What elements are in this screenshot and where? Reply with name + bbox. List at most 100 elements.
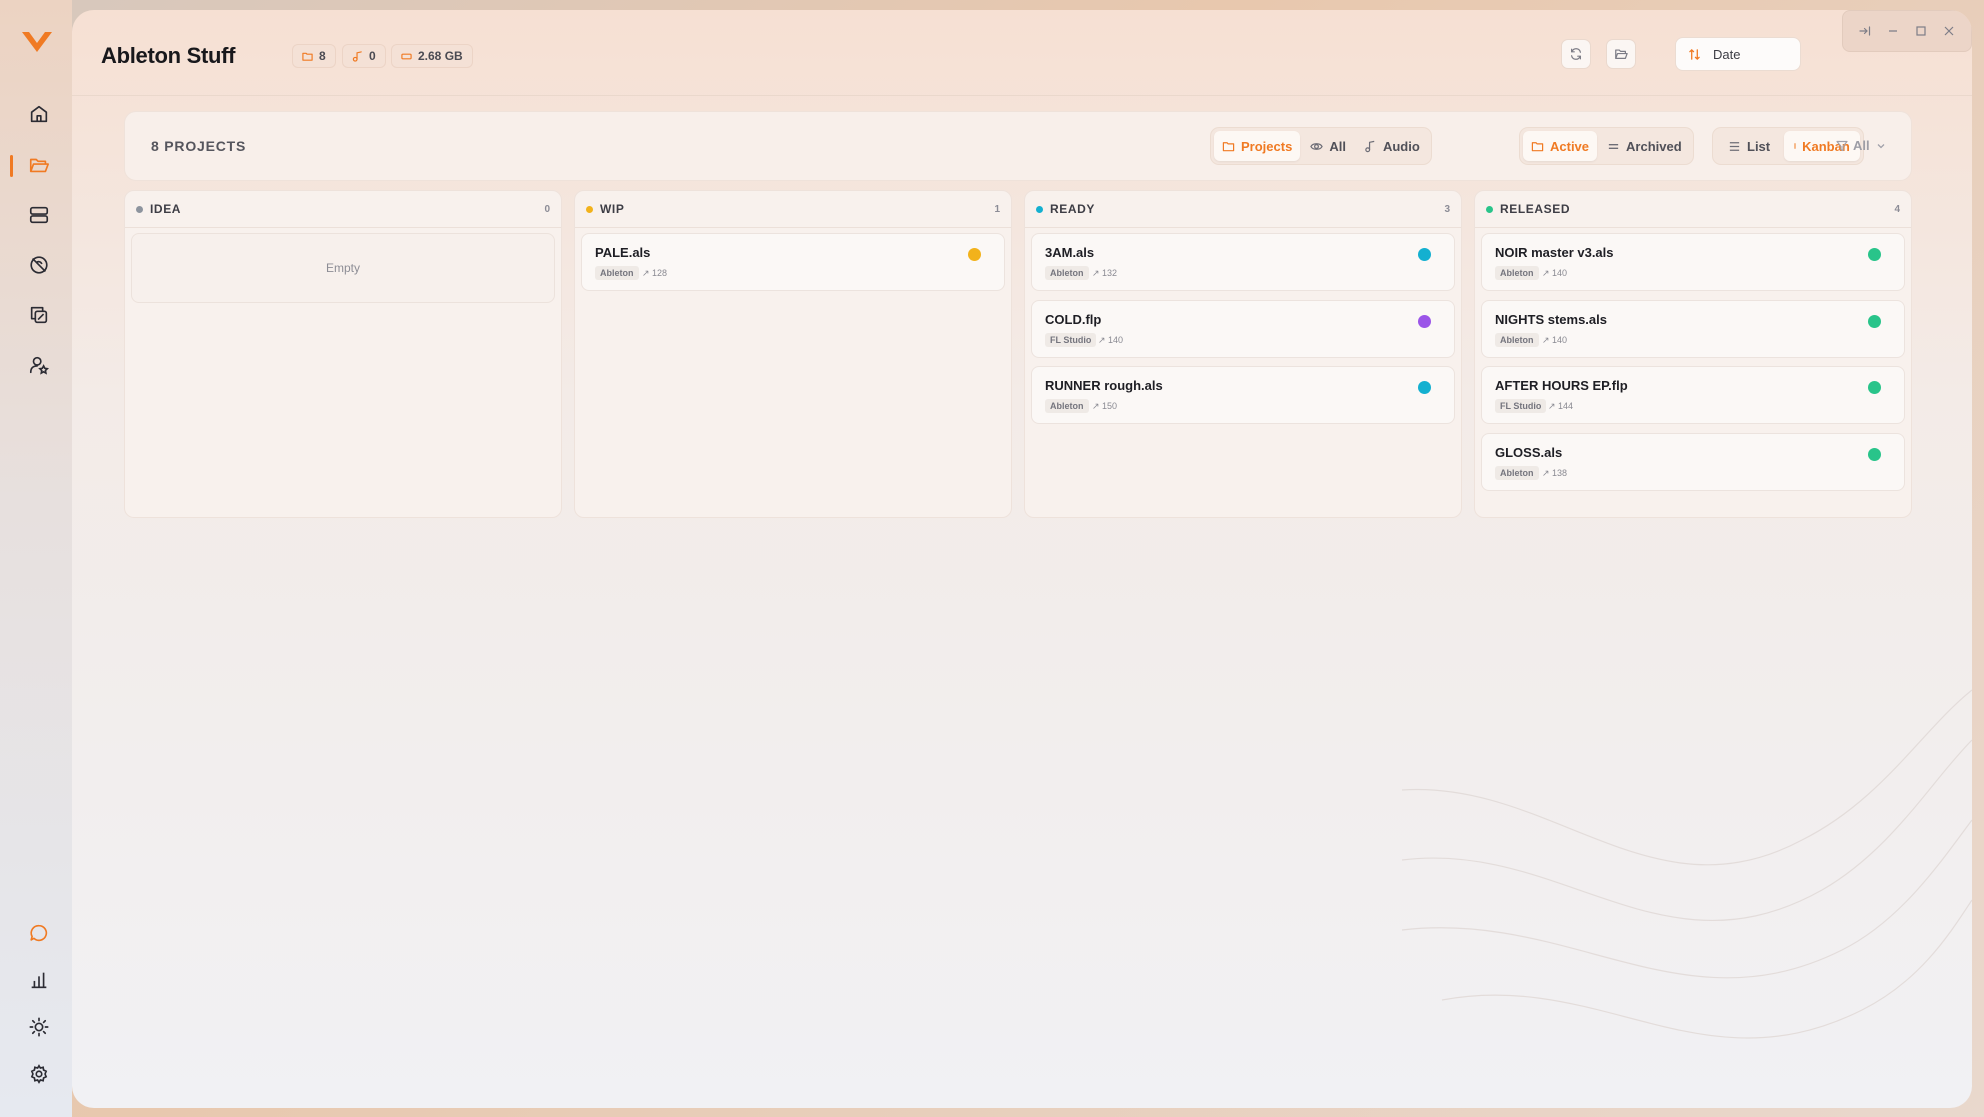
filter-icon	[1836, 140, 1848, 151]
bar-chart-icon	[31, 972, 47, 989]
status-dot[interactable]	[1868, 315, 1881, 328]
status-dot[interactable]	[1868, 448, 1881, 461]
status-dot[interactable]	[968, 248, 981, 261]
sidebar-item-plugins[interactable]	[20, 246, 58, 284]
bpm-value: ↗ 140	[1542, 268, 1568, 278]
filter-label: All	[1853, 138, 1870, 153]
maximize-button[interactable]	[1910, 20, 1932, 42]
archive-icon	[1608, 143, 1619, 149]
bpm-value: ↗ 150	[1092, 401, 1118, 411]
home-icon	[30, 105, 48, 123]
pin-button[interactable]	[1854, 20, 1876, 42]
empty-drop-zone[interactable]: Empty	[131, 233, 555, 303]
column-count: 3	[1444, 203, 1450, 215]
project-card[interactable]: AFTER HOURS EP.flp FL Studio ↗ 144	[1481, 366, 1905, 424]
project-name: NIGHTS stems.als	[1495, 312, 1607, 327]
bpm-value: ↗ 144	[1548, 401, 1574, 411]
background-curves	[1402, 689, 1972, 1039]
project-name: GLOSS.als	[1495, 445, 1563, 460]
state-filter-active[interactable]: Active	[1523, 131, 1598, 161]
column-title: RELEASED	[1500, 202, 1571, 216]
column-color-dot	[136, 205, 143, 213]
column-header: READY 3	[1025, 191, 1461, 228]
list-icon	[1729, 141, 1740, 151]
server-icon	[29, 206, 49, 224]
view-mode-list[interactable]: List	[1716, 131, 1782, 161]
column-color-dot	[1486, 205, 1493, 213]
header: Ableton Stuff 8 0 2.68 GB Date	[72, 10, 1972, 96]
folder-open-icon	[29, 158, 49, 173]
project-card[interactable]: NIGHTS stems.als Ableton ↗ 140	[1481, 300, 1905, 358]
project-card[interactable]: 3AM.als Ableton ↗ 132	[1031, 233, 1455, 291]
arrow-to-right-icon	[1859, 26, 1871, 36]
kanban-column-ready: READY 3 3AM.als Ableton ↗ 132 COLD.flp F…	[1024, 190, 1462, 518]
bpm-value: ↗ 138	[1542, 468, 1568, 478]
state-filter-active-label: Active	[1550, 138, 1590, 154]
folder-icon	[302, 52, 313, 61]
sidebar-item-profile[interactable]	[20, 346, 58, 384]
kanban-icon	[1794, 143, 1797, 149]
sidebar-item-theme[interactable]	[20, 1008, 58, 1046]
type-filter-group: Projects All Audio	[1210, 127, 1432, 165]
minimize-button[interactable]	[1882, 20, 1904, 42]
sidebar-item-collaborate[interactable]	[20, 296, 58, 334]
refresh-button[interactable]	[1561, 39, 1591, 69]
daw-tag: Ableton	[1495, 466, 1539, 480]
daw-tag: Ableton	[1495, 333, 1539, 347]
project-card[interactable]: PALE.als Ableton ↗ 128	[581, 233, 1005, 291]
kanban-column-idea: IDEA 0 Empty	[124, 190, 562, 518]
eye-icon	[1310, 142, 1324, 150]
minimize-icon	[1889, 30, 1897, 32]
type-filter-projects[interactable]: Projects	[1214, 131, 1301, 161]
column-title: READY	[1050, 202, 1096, 216]
state-filter-archived[interactable]: Archived	[1599, 131, 1690, 161]
project-card[interactable]: NOIR master v3.als Ableton ↗ 140	[1481, 233, 1905, 291]
bpm-number: 140	[1552, 335, 1568, 345]
empty-label: Empty	[325, 261, 360, 275]
column-color-dot	[1036, 205, 1043, 213]
sidebar-item-stats[interactable]	[20, 961, 58, 999]
sidebar-item-chat[interactable]	[20, 914, 58, 952]
bpm-value: ↗ 140	[1098, 335, 1124, 345]
sidebar	[0, 0, 72, 1117]
sort-dropdown[interactable]: Date	[1675, 37, 1801, 71]
column-title: WIP	[600, 202, 625, 216]
audio-count: 0	[369, 49, 376, 63]
status-dot[interactable]	[1868, 248, 1881, 261]
project-card[interactable]: COLD.flp FL Studio ↗ 140	[1031, 300, 1455, 358]
bpm-number: 150	[1102, 401, 1118, 411]
status-dot[interactable]	[1418, 381, 1431, 394]
open-folder-button[interactable]	[1606, 39, 1636, 69]
bpm-value: ↗ 132	[1092, 268, 1118, 278]
active-nav-indicator	[10, 155, 13, 177]
column-count: 4	[1894, 203, 1900, 215]
filter-dropdown[interactable]: All	[1836, 138, 1887, 153]
music-note-icon	[1365, 140, 1375, 152]
view-mode-list-label: List	[1747, 138, 1771, 154]
project-toolbar: 8 PROJECTS Projects All Audio Active Arc…	[124, 111, 1912, 181]
sidebar-item-settings[interactable]	[20, 1055, 58, 1093]
status-dot[interactable]	[1418, 248, 1431, 261]
folder-open-icon	[1615, 49, 1628, 59]
project-count: 8 PROJECTS	[151, 138, 247, 154]
sidebar-item-home[interactable]	[20, 95, 58, 133]
storage-size-badge: 2.68 GB	[391, 44, 473, 68]
bpm-number: 132	[1102, 268, 1118, 278]
type-filter-audio[interactable]: Audio	[1356, 131, 1428, 161]
status-dot[interactable]	[1418, 315, 1431, 328]
daw-tag: Ableton	[1045, 399, 1089, 413]
bpm-number: 144	[1558, 401, 1574, 411]
column-header: WIP 1	[575, 191, 1011, 228]
status-dot[interactable]	[1868, 381, 1881, 394]
music-note-icon	[352, 50, 362, 62]
project-card[interactable]: GLOSS.als Ableton ↗ 138	[1481, 433, 1905, 491]
hard-drive-icon	[401, 53, 412, 59]
project-card[interactable]: RUNNER rough.als Ableton ↗ 150	[1031, 366, 1455, 424]
close-button[interactable]	[1938, 20, 1960, 42]
type-filter-all[interactable]: All	[1302, 131, 1354, 161]
folder-count: 8	[319, 49, 326, 63]
sidebar-item-library[interactable]	[20, 196, 58, 234]
v-logo-icon[interactable]	[20, 28, 54, 56]
sidebar-item-projects[interactable]	[20, 146, 58, 184]
window-controls	[1842, 10, 1972, 52]
